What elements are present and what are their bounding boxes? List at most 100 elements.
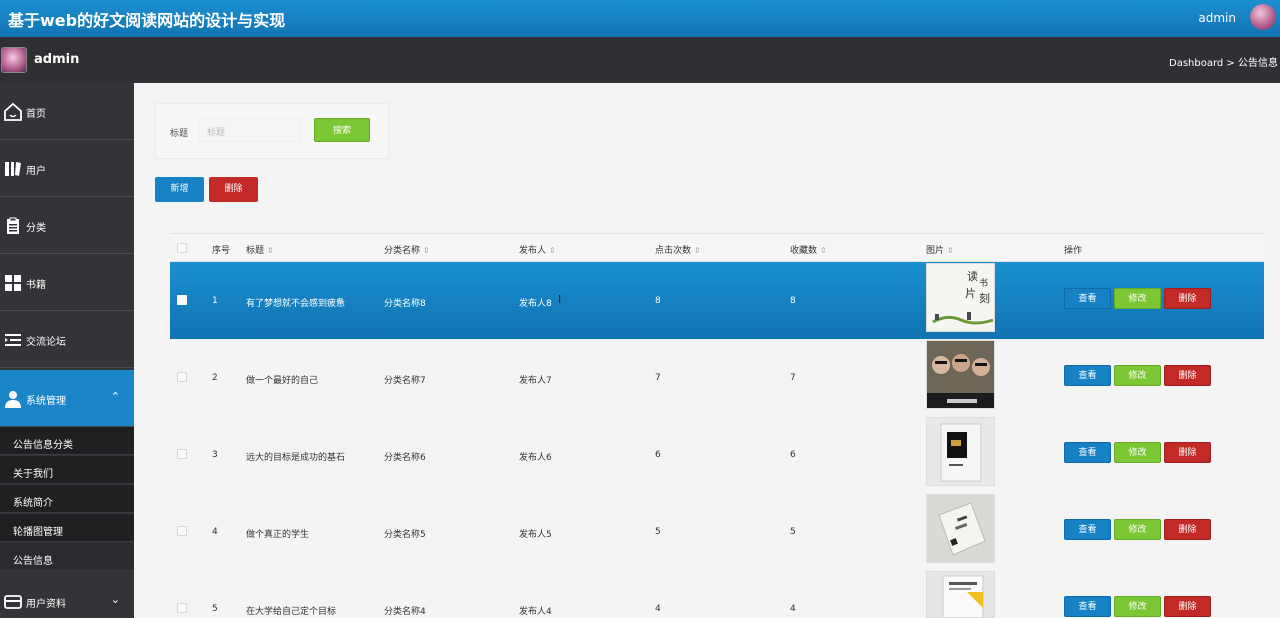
table-row[interactable]: 2 做一个最好的自己 分类名称7 发布人7 7 7 查看 修改 删除 — [170, 339, 1264, 416]
sidebar: 首页 用户 分类 书籍 交流论坛 系统管理 ⌃ 公告信息分类 关于我们 系统简介… — [0, 83, 134, 618]
cell-title: 做一个最好的自己 — [246, 376, 319, 386]
sidebar-item-forum[interactable]: 交流论坛 — [0, 311, 134, 368]
cell-title: 远大的目标是成功的基石 — [246, 453, 346, 463]
sidebar-item-category[interactable]: 分类 — [0, 197, 134, 254]
select-all-checkbox[interactable] — [177, 243, 187, 253]
search-panel: 标题 标题 搜索 — [155, 103, 389, 159]
book-cover-image — [926, 571, 995, 618]
book-cover-image — [926, 494, 995, 563]
view-button[interactable]: 查看 — [1064, 519, 1111, 540]
table-row[interactable]: 1 有了梦想就不会感到疲惫 分类名称8 发布人8 8 8 读书片刻 查看 修改 … — [170, 262, 1264, 339]
row-checkbox[interactable] — [177, 526, 187, 536]
cell-publisher: 发布人6 — [519, 453, 552, 463]
delete-button[interactable]: 删除 — [1164, 596, 1211, 617]
sidebar-item-home[interactable]: 首页 — [0, 83, 134, 140]
view-button[interactable]: 查看 — [1064, 596, 1111, 617]
column-header-label: 发布人 — [519, 246, 547, 256]
sort-icon[interactable]: ⇕ — [947, 246, 954, 255]
clipboard-icon — [7, 217, 19, 234]
breadcrumb[interactable]: Dashboard > 公告信息 — [1169, 54, 1278, 69]
submenu-item-carousel[interactable]: 轮播图管理 — [0, 514, 134, 542]
cell-clicks: 4 — [655, 604, 661, 614]
edit-button[interactable]: 修改 — [1114, 442, 1161, 463]
add-button[interactable]: 新增 — [155, 177, 204, 202]
sidebar-item-user[interactable]: 用户 — [0, 140, 134, 197]
cell-publisher: 发布人7 — [519, 376, 552, 386]
svg-text:书: 书 — [979, 278, 988, 289]
sidebar-item-label: 交流论坛 — [26, 337, 66, 348]
column-header-label: 标题 — [246, 246, 265, 256]
list-indent-icon — [5, 334, 21, 346]
sidebar-item-label: 用户 — [26, 166, 46, 177]
row-checkbox[interactable] — [177, 372, 187, 382]
submenu-label: 关于我们 — [13, 469, 53, 480]
table-row[interactable]: 5 在大学给自己定个目标 分类名称4 发布人4 4 4 查看 修改 删除 — [170, 570, 1264, 618]
search-input[interactable]: 标题 — [199, 118, 301, 142]
column-header-actions: 操作 — [1064, 246, 1083, 256]
top-avatar[interactable] — [1250, 4, 1276, 30]
column-header-publisher[interactable]: 发布人 ⇕ — [519, 243, 556, 256]
submenu-item-about[interactable]: 关于我们 — [0, 456, 134, 484]
book-cover-image — [926, 340, 995, 409]
card-icon — [4, 595, 22, 609]
delete-button[interactable]: 删除 — [1164, 519, 1211, 540]
row-checkbox[interactable] — [177, 295, 187, 305]
edit-button[interactable]: 修改 — [1114, 519, 1161, 540]
person-icon — [5, 391, 21, 408]
view-button[interactable]: 查看 — [1064, 288, 1111, 309]
row-checkbox[interactable] — [177, 449, 187, 459]
column-header-category[interactable]: 分类名称 ⇕ — [384, 243, 430, 256]
search-button[interactable]: 搜索 — [314, 118, 370, 142]
column-header-image[interactable]: 图片 ⇕ — [926, 243, 954, 256]
column-header-title[interactable]: 标题 ⇕ — [246, 243, 274, 256]
sort-icon[interactable]: ⇕ — [423, 246, 430, 255]
cell-favorites: 7 — [790, 373, 796, 383]
delete-button[interactable]: 删除 — [1164, 442, 1211, 463]
sub-header: admin Dashboard > 公告信息 — [0, 37, 1280, 83]
sidebar-item-label: 用户资料 — [26, 599, 66, 610]
delete-button[interactable]: 删除 — [1164, 288, 1211, 309]
cell-clicks: 6 — [655, 450, 661, 460]
cell-title: 有了梦想就不会感到疲惫 — [246, 299, 346, 309]
book-cover-image — [926, 417, 995, 486]
edit-button[interactable]: 修改 — [1114, 596, 1161, 617]
submenu-item-notice-category[interactable]: 公告信息分类 — [0, 427, 134, 455]
submenu-item-intro[interactable]: 系统简介 — [0, 485, 134, 513]
book-cover-image: 读书片刻 — [926, 263, 995, 332]
view-button[interactable]: 查看 — [1064, 442, 1111, 463]
cell-publisher: 发布人4 — [519, 607, 552, 617]
cell-no: 1 — [212, 296, 218, 306]
cell-favorites: 8 — [790, 296, 796, 306]
view-button[interactable]: 查看 — [1064, 365, 1111, 386]
cell-clicks: 8 — [655, 296, 661, 306]
sidebar-item-books[interactable]: 书籍 — [0, 254, 134, 311]
table-row[interactable]: 4 做个真正的学生 分类名称5 发布人5 5 5 查看 修改 删除 — [170, 493, 1264, 570]
batch-delete-button[interactable]: 删除 — [209, 177, 258, 202]
edit-button[interactable]: 修改 — [1114, 365, 1161, 386]
column-header-favorites[interactable]: 收藏数 ⇕ — [790, 243, 827, 256]
sort-icon[interactable]: ⇕ — [694, 246, 701, 255]
sort-icon[interactable]: ⇕ — [820, 246, 827, 255]
sidebar-item-profile[interactable]: 用户资料 ⌄ — [0, 573, 134, 618]
row-checkbox[interactable] — [177, 603, 187, 613]
column-header-clicks[interactable]: 点击次数 ⇕ — [655, 243, 701, 256]
sidebar-item-system[interactable]: 系统管理 ⌃ — [0, 370, 134, 427]
table-row[interactable]: 3 远大的目标是成功的基石 分类名称6 发布人6 6 6 查看 修改 删除 — [170, 416, 1264, 493]
submenu-item-notice[interactable]: 公告信息 — [0, 543, 134, 571]
cell-publisher: 发布人5 — [519, 530, 552, 540]
edit-button[interactable]: 修改 — [1114, 288, 1161, 309]
cell-clicks: 5 — [655, 527, 661, 537]
column-header-label: 图片 — [926, 246, 945, 256]
top-username[interactable]: admin — [1198, 11, 1236, 25]
sort-icon[interactable]: ⇕ — [267, 246, 274, 255]
delete-button[interactable]: 删除 — [1164, 365, 1211, 386]
cell-category: 分类名称5 — [384, 530, 426, 540]
sort-icon[interactable]: ⇕ — [549, 246, 556, 255]
user-book-icon — [5, 162, 21, 176]
cell-category: 分类名称6 — [384, 453, 426, 463]
column-header-no: 序号 — [212, 246, 231, 256]
sub-username: admin — [34, 52, 80, 67]
svg-text:片: 片 — [965, 287, 976, 300]
cell-favorites: 5 — [790, 527, 796, 537]
submenu-label: 系统简介 — [13, 498, 53, 509]
